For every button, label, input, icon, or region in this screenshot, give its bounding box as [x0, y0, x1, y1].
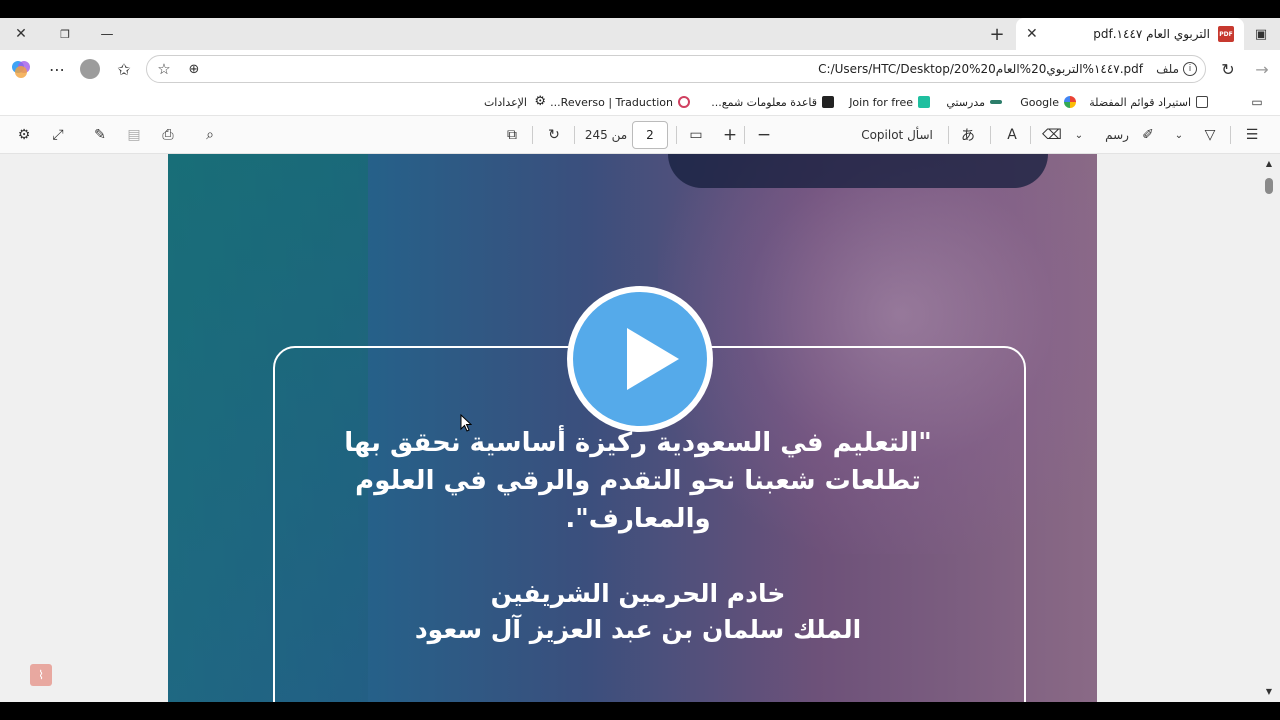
draw-pen-icon[interactable]: ✐ [1138, 125, 1158, 145]
browser-window: ✕ ❐ — + PDF التربوي العام ١٤٤٧.pdf ✕ ▣ ⋯… [0, 18, 1280, 702]
new-tab-button[interactable]: + [986, 24, 1008, 45]
close-window-button[interactable]: ✕ [10, 24, 32, 44]
import-icon [1196, 96, 1208, 108]
more-options-icon[interactable]: ⋯ [46, 59, 68, 79]
zoom-icon[interactable]: ⊕ [185, 60, 203, 78]
url-text[interactable]: C:/Users/HTC/Desktop/20%20١٤٤٧%التربوي20… [818, 62, 1143, 76]
quote-line: والمعارف". [565, 504, 711, 534]
bookmark-import[interactable]: استيراد قوائم المفضلة [1089, 93, 1208, 111]
toolbar-divider [1030, 126, 1031, 144]
page-number-input[interactable]: 2 [632, 121, 668, 149]
pdf-file-icon: PDF [1218, 26, 1234, 42]
ask-copilot-button[interactable]: اسأل Copilot [850, 125, 944, 145]
zoom-in-icon[interactable]: + [720, 125, 740, 145]
vertical-scrollbar[interactable]: ▲ ▼ [1262, 154, 1276, 702]
toolbar-divider [948, 126, 949, 144]
bookmark-settings[interactable]: ⚙ الإعدادات [484, 93, 546, 111]
favorites-bar: استيراد قوائم المفضلة Google مدرستي Join… [0, 88, 1280, 116]
headband-shape [668, 154, 1048, 188]
toolbar-divider [744, 126, 745, 144]
collections-icon[interactable]: ▭ [1248, 93, 1266, 111]
settings-icon[interactable]: ⚙ [14, 125, 34, 145]
toolbar-divider [532, 126, 533, 144]
scroll-up-icon[interactable]: ▲ [1264, 158, 1274, 168]
translate-icon[interactable]: あ [958, 125, 978, 145]
google-icon [1064, 96, 1076, 108]
tab-title: التربوي العام ١٤٤٧.pdf [1093, 27, 1210, 41]
add-favorite-icon[interactable]: ☆ [155, 60, 173, 78]
quote-attribution: خادم الحرمين الشريفين الملك سلمان بن عبد… [338, 576, 938, 648]
quote-line: تطلعات شعبنا نحو التقدم والرقي في العلوم [355, 466, 921, 496]
scroll-down-icon[interactable]: ▼ [1264, 686, 1274, 696]
chevron-down-icon[interactable]: ⌄ [1072, 125, 1086, 145]
bookmark-label: Reverso | Traduction... [550, 95, 673, 109]
bookmark-join[interactable]: Join for free [849, 93, 930, 111]
contents-icon[interactable]: ☰ [1242, 125, 1262, 145]
pdf-toolbar: ⚙ ⤢ ✎ ▤ ⎙ ⌕ ⧉ ↻ من 245 2 ▭ + − اسأل Copi… [0, 116, 1280, 154]
search-icon[interactable]: ⌕ [200, 125, 220, 145]
bookmark-label: استيراد قوائم المفضلة [1089, 95, 1191, 109]
minimize-window-button[interactable]: — [96, 24, 118, 44]
bookmark-label: Google [1020, 95, 1059, 109]
madrasati-icon [990, 100, 1002, 104]
fit-page-icon[interactable]: ▭ [686, 125, 706, 145]
attribution-line: الملك سلمان بن عبد العزيز آل سعود [414, 615, 862, 644]
profile-avatar[interactable] [80, 59, 100, 79]
favorites-icon[interactable]: ✩ [114, 59, 134, 79]
tab-pdf[interactable]: PDF التربوي العام ١٤٤٧.pdf ✕ [1016, 18, 1244, 50]
chevron-down-icon[interactable]: ⌄ [1172, 125, 1186, 145]
forward-icon[interactable]: → [1252, 59, 1272, 79]
file-protocol-label: ملف [1156, 62, 1179, 76]
toolbar-divider [1230, 126, 1231, 144]
toolbar-divider [574, 126, 575, 144]
bookmark-label: Join for free [849, 95, 913, 109]
print-icon[interactable]: ⎙ [158, 125, 178, 145]
info-icon[interactable]: i [1183, 62, 1197, 76]
draw-button[interactable]: رسم [1100, 125, 1134, 145]
toolbar-divider [990, 126, 991, 144]
acrobat-icon[interactable]: ⌇ [30, 664, 52, 686]
pdf-page: "التعليم في السعودية ركيزة أساسية نحقق ب… [168, 154, 1097, 702]
bookmark-label: قاعدة معلومات شمع... [711, 95, 817, 109]
bookmark-madrasati[interactable]: مدرستي [946, 93, 1002, 111]
save-as-icon[interactable]: ✎ [90, 125, 110, 145]
eraser-icon[interactable]: ⌫ [1042, 125, 1062, 145]
play-icon [573, 292, 707, 426]
bookmark-label: مدرستي [946, 95, 985, 109]
copilot-icon[interactable] [10, 59, 32, 79]
mouse-cursor-icon [460, 414, 472, 432]
read-aloud-icon[interactable]: A [1002, 125, 1022, 145]
page-view-icon[interactable]: ⧉ [502, 125, 522, 145]
page-count: من 245 [584, 128, 628, 142]
quote-text: "التعليم في السعودية ركيزة أساسية نحقق ب… [338, 424, 938, 538]
pdf-viewer[interactable]: "التعليم في السعودية ركيزة أساسية نحقق ب… [0, 154, 1280, 702]
bookmark-google[interactable]: Google [1020, 93, 1076, 111]
bookmark-db[interactable]: قاعدة معلومات شمع... [711, 93, 834, 111]
bookmark-reverso[interactable]: Reverso | Traduction... [550, 93, 690, 111]
play-button[interactable] [567, 286, 713, 432]
refresh-icon[interactable]: ↻ [1218, 59, 1238, 79]
db-icon [822, 96, 834, 108]
address-bar[interactable]: ☆ ⊕ C:/Users/HTC/Desktop/20%20١٤٤٧%الترب… [146, 55, 1206, 83]
tab-strip: ✕ ❐ — + PDF التربوي العام ١٤٤٧.pdf ✕ ▣ [0, 18, 1280, 50]
save-icon[interactable]: ▤ [124, 125, 144, 145]
bookmark-label: الإعدادات [483, 95, 527, 109]
scrollbar-thumb[interactable] [1265, 178, 1273, 194]
close-tab-icon[interactable]: ✕ [1026, 26, 1038, 42]
r-icon [918, 96, 930, 108]
fullscreen-icon[interactable]: ⤢ [48, 125, 68, 145]
toolbar-divider [676, 126, 677, 144]
highlight-icon[interactable]: ▽ [1200, 125, 1220, 145]
zoom-out-icon[interactable]: − [754, 125, 774, 145]
address-row: ⋯ ✩ ☆ ⊕ C:/Users/HTC/Desktop/20%20١٤٤٧%ا… [0, 50, 1280, 88]
rotate-icon[interactable]: ↻ [544, 125, 564, 145]
gear-icon: ⚙ [534, 94, 546, 109]
attribution-line: خادم الحرمين الشريفين [490, 579, 786, 608]
restore-window-button[interactable]: ❐ [54, 24, 76, 44]
reverso-icon [678, 96, 690, 108]
tab-actions-icon[interactable]: ▣ [1250, 24, 1272, 44]
play-triangle [627, 328, 679, 390]
